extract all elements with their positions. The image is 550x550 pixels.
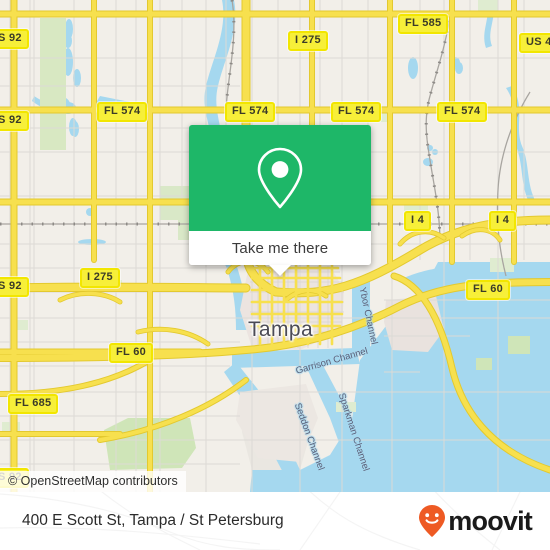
map-pin-icon xyxy=(257,147,303,209)
route-shield-us-92[interactable]: S 92 xyxy=(0,111,29,131)
moovit-logo[interactable]: moovit xyxy=(417,504,533,538)
route-shield-i-4[interactable]: I 4 xyxy=(404,211,432,231)
route-shield-fl-574[interactable]: FL 574 xyxy=(97,102,148,122)
moovit-smiley-pin-icon xyxy=(419,505,446,537)
route-shield-fl-574[interactable]: FL 574 xyxy=(225,102,276,122)
take-me-there-popup[interactable]: Take me there xyxy=(189,125,371,276)
footer-bar: 400 E Scott St, Tampa / St Petersburg mo… xyxy=(0,492,550,550)
take-me-there-label: Take me there xyxy=(231,239,329,257)
map-canvas[interactable]: Tampa Garrison Channel Ybor Channel Sedd… xyxy=(0,0,550,492)
route-shield-fl-574[interactable]: FL 574 xyxy=(331,102,382,122)
route-shield-fl-585[interactable]: FL 585 xyxy=(398,14,449,34)
popup-pointer-tail xyxy=(269,265,291,276)
route-shield-us-41[interactable]: US 41 xyxy=(519,33,550,53)
route-shield-us-92[interactable]: S 92 xyxy=(0,277,29,297)
route-shield-us-92[interactable]: S 92 xyxy=(0,29,29,49)
popup-pin-panel xyxy=(189,125,371,231)
take-me-there-button[interactable]: Take me there xyxy=(189,231,371,265)
moovit-map-screen: Tampa Garrison Channel Ybor Channel Sedd… xyxy=(0,0,550,550)
moovit-wordmark: moovit xyxy=(448,505,533,536)
route-shield-fl-60[interactable]: FL 60 xyxy=(466,280,511,300)
route-shield-i-4[interactable]: I 4 xyxy=(489,211,517,231)
route-shield-fl-60[interactable]: FL 60 xyxy=(109,343,154,363)
map-attribution[interactable]: © OpenStreetMap contributors xyxy=(0,471,186,492)
route-shield-fl-685[interactable]: FL 685 xyxy=(8,394,59,414)
route-shield-i-275[interactable]: I 275 xyxy=(288,31,328,51)
destination-address: 400 E Scott St, Tampa / St Petersburg xyxy=(22,512,284,529)
route-shield-fl-574[interactable]: FL 574 xyxy=(437,102,488,122)
route-shield-i-275[interactable]: I 275 xyxy=(80,268,120,288)
map-place-label-tampa: Tampa xyxy=(248,318,314,341)
